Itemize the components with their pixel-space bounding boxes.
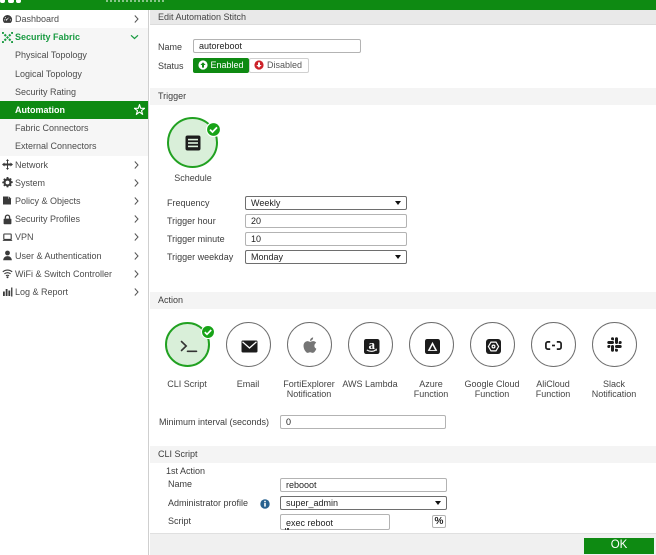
svg-text:a: a xyxy=(368,339,375,352)
